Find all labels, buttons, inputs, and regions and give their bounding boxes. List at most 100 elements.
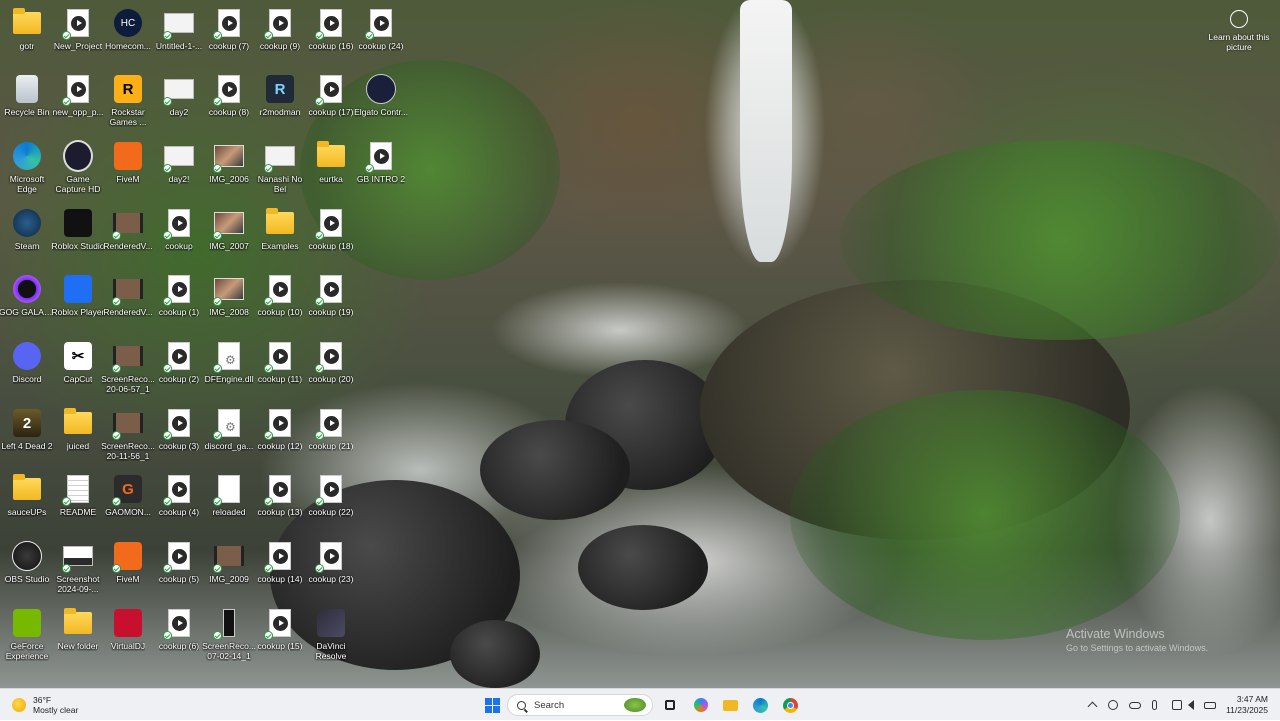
- desktop-icon[interactable]: Roblox Studio: [51, 204, 105, 251]
- desktop-icon[interactable]: cookup (12): [253, 404, 307, 451]
- desktop-icon[interactable]: Nanashi No Bel: [253, 137, 307, 194]
- desktop-icon[interactable]: cookup (10): [253, 270, 307, 317]
- desktop-icon[interactable]: IMG_2009: [202, 537, 256, 584]
- desktop-icon[interactable]: cookup (17): [304, 70, 358, 117]
- desktop-icon[interactable]: cookup (9): [253, 4, 307, 51]
- desktop-icon[interactable]: G GAOMON...: [101, 470, 155, 517]
- chevron-up-icon[interactable]: [1087, 700, 1098, 712]
- desktop-icon[interactable]: README: [51, 470, 105, 517]
- desktop-icon[interactable]: Untitled-1-...: [152, 4, 206, 51]
- desktop-icon[interactable]: GOG GALAXY: [0, 270, 55, 317]
- desktop-icon[interactable]: juiced: [51, 404, 105, 451]
- desktop-icon[interactable]: Examples: [253, 204, 307, 251]
- desktop-icon[interactable]: cookup (14): [253, 537, 307, 584]
- desktop-icon[interactable]: Screenshot 2024-09-...: [51, 537, 105, 594]
- desktop-icon[interactable]: new_opp_p...: [51, 70, 105, 117]
- file-explorer-button[interactable]: [719, 689, 741, 721]
- desktop-icon[interactable]: cookup: [152, 204, 206, 251]
- desktop-icon[interactable]: sauceUPs: [0, 470, 54, 517]
- desktop-icon[interactable]: ScreenReco... 20-06-57_1: [101, 337, 155, 394]
- chrome-taskbar-button[interactable]: [779, 689, 801, 721]
- desktop-icon[interactable]: Roblox Player: [51, 270, 105, 317]
- desktop-icon[interactable]: IMG_2008: [202, 270, 256, 317]
- desktop-icon[interactable]: cookup (7): [202, 4, 256, 51]
- weather-widget[interactable]: 36°F Mostly clear: [12, 689, 78, 721]
- desktop-icon[interactable]: cookup (6): [152, 604, 206, 651]
- desktop-icon[interactable]: FiveM: [101, 537, 155, 584]
- desktop-icon[interactable]: Elgato Contr...: [354, 70, 408, 117]
- activate-windows-watermark: Activate Windows Go to Settings to activ…: [1066, 627, 1208, 653]
- desktop-icon[interactable]: 2 Left 4 Dead 2: [0, 404, 54, 451]
- desktop-icon[interactable]: DFEngine.dll: [202, 337, 256, 384]
- desktop-icon[interactable]: cookup (22): [304, 470, 358, 517]
- desktop-icon[interactable]: Microsoft Edge: [0, 137, 54, 194]
- desktop-icon-label: cookup (21): [308, 441, 354, 451]
- desktop-icon[interactable]: cookup (8): [202, 70, 256, 117]
- desktop-icon[interactable]: cookup (18): [304, 204, 358, 251]
- copilot-button[interactable]: [690, 689, 712, 721]
- desktop-icon[interactable]: ✂ CapCut: [51, 337, 105, 384]
- microphone-icon[interactable]: [1152, 700, 1157, 710]
- desktop-icon[interactable]: gotr: [0, 4, 54, 51]
- desktop-icon[interactable]: R Rockstar Games ...: [101, 70, 155, 127]
- desktop-icon[interactable]: Recycle Bin: [0, 70, 54, 117]
- desktop-icon-label: New folder: [57, 641, 99, 651]
- desktop-icon[interactable]: GeForce Experience: [0, 604, 54, 661]
- desktop-icon[interactable]: IMG_2006: [202, 137, 256, 184]
- sync-status-check-icon: [365, 164, 374, 173]
- desktop-icon[interactable]: IMG_2007: [202, 204, 256, 251]
- desktop-icon[interactable]: cookup (19): [304, 270, 358, 317]
- desktop-icon[interactable]: cookup (20): [304, 337, 358, 384]
- desktop-icon-label: IMG_2006: [209, 174, 249, 184]
- desktop-icon[interactable]: Steam: [0, 204, 54, 251]
- onedrive-icon[interactable]: [1129, 702, 1141, 709]
- desktop-icon[interactable]: VirtualDJ: [101, 604, 155, 651]
- task-view-button[interactable]: [661, 689, 679, 721]
- desktop-icon-label: cookup (11): [257, 374, 303, 384]
- desktop-icon[interactable]: cookup (1): [152, 270, 206, 317]
- dll-file-icon: [213, 408, 244, 440]
- desktop-icon[interactable]: cookup (24): [354, 4, 408, 51]
- battery-icon[interactable]: [1204, 702, 1216, 709]
- desktop-icon[interactable]: cookup (21): [304, 404, 358, 451]
- desktop-icon[interactable]: day2!: [152, 137, 206, 184]
- desktop-icon[interactable]: cookup (15): [253, 604, 307, 651]
- edge-taskbar-button[interactable]: [749, 689, 771, 721]
- clock[interactable]: 3:47 AM 11/23/2025: [1226, 694, 1268, 716]
- video-file-icon: [62, 74, 93, 106]
- desktop-icon[interactable]: cookup (3): [152, 404, 206, 451]
- desktop-icon[interactable]: Rr2modman: [253, 70, 307, 117]
- desktop-icon[interactable]: GB INTRO 2: [354, 137, 408, 184]
- desktop-icon[interactable]: OBS Studio: [0, 537, 54, 584]
- sync-icon[interactable]: [1108, 700, 1118, 710]
- desktop-icon[interactable]: New folder: [51, 604, 105, 651]
- desktop-icon[interactable]: RenderedV...: [101, 270, 155, 317]
- desktop-icon[interactable]: ScreenReco... 07-02-14_1: [202, 604, 256, 661]
- volume-icon[interactable]: [1188, 700, 1198, 710]
- desktop-icon[interactable]: cookup (13): [253, 470, 307, 517]
- image-file-icon: [264, 141, 295, 173]
- desktop-icon[interactable]: FiveM: [101, 137, 155, 184]
- desktop-icon[interactable]: New_Project: [51, 4, 105, 51]
- desktop-icon[interactable]: Discord: [0, 337, 54, 384]
- desktop-icon[interactable]: ScreenReco... 20-11-56_1: [101, 404, 155, 461]
- desktop-icon[interactable]: reloaded: [202, 470, 256, 517]
- desktop-icon[interactable]: DaVinci Resolve: [304, 604, 358, 661]
- desktop-icon[interactable]: cookup (2): [152, 337, 206, 384]
- network-icon[interactable]: [1172, 700, 1182, 710]
- desktop-icon[interactable]: HC Homecom...: [101, 4, 155, 51]
- desktop-icon[interactable]: cookup (4): [152, 470, 206, 517]
- desktop-icon[interactable]: discord_ga...: [202, 404, 256, 451]
- start-button[interactable]: [482, 689, 502, 721]
- desktop-icon[interactable]: eurtka: [304, 137, 358, 184]
- desktop-icon[interactable]: cookup (23): [304, 537, 358, 584]
- activation-subtitle: Go to Settings to activate Windows.: [1066, 643, 1209, 653]
- desktop-icon[interactable]: cookup (5): [152, 537, 206, 584]
- desktop-icon[interactable]: cookup (11): [253, 337, 307, 384]
- desktop-icon[interactable]: Game Capture HD: [51, 137, 105, 194]
- desktop-icon[interactable]: cookup (16): [304, 4, 358, 51]
- search-box[interactable]: Search: [507, 694, 653, 716]
- desktop-icon[interactable]: RenderedV...: [101, 204, 155, 251]
- desktop-icon[interactable]: day2: [152, 70, 206, 117]
- learn-about-picture[interactable]: Learn about this picture: [1208, 10, 1270, 52]
